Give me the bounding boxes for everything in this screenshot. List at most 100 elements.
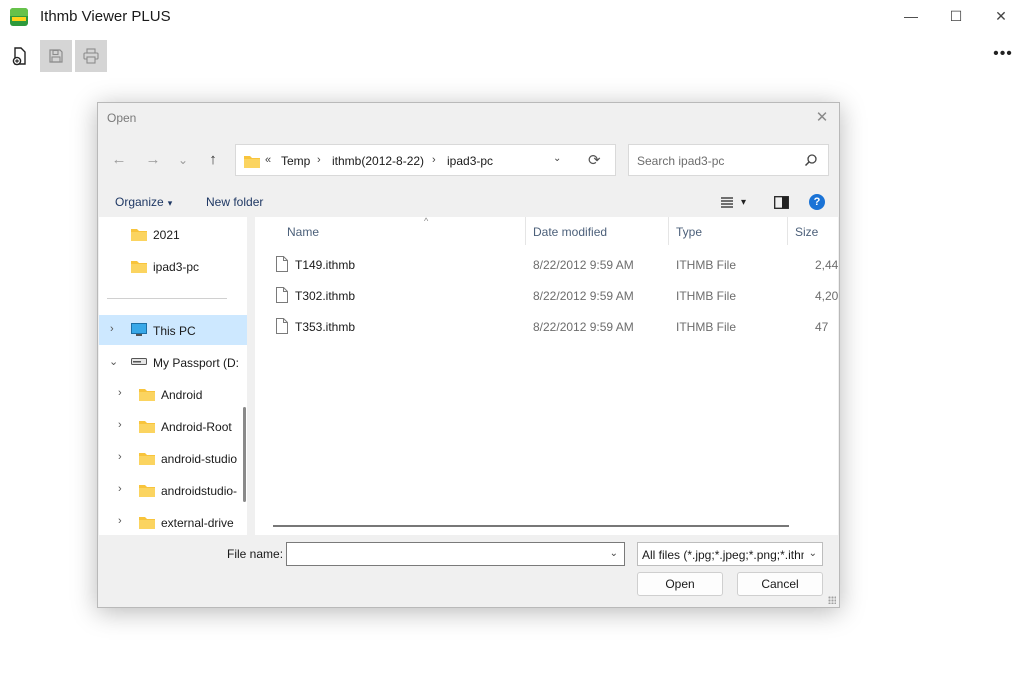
column-divider[interactable] bbox=[787, 217, 788, 245]
column-header-label: Type bbox=[676, 225, 703, 239]
resize-grip[interactable] bbox=[828, 596, 836, 604]
print-button[interactable] bbox=[75, 40, 107, 72]
breadcrumb-ithmb[interactable]: ithmb(2012-8-22) bbox=[332, 154, 424, 168]
search-icon[interactable] bbox=[804, 153, 818, 167]
tree-item-external-drive[interactable]: › external-drive bbox=[99, 507, 247, 535]
column-header-label: Name bbox=[287, 225, 320, 239]
column-divider[interactable] bbox=[668, 217, 669, 245]
file-size: 4,200 bbox=[815, 289, 838, 303]
drive-icon bbox=[131, 358, 147, 365]
search-input[interactable]: Search ipad3-pc bbox=[637, 154, 724, 168]
folder-icon bbox=[131, 229, 147, 241]
recent-locations-button[interactable]: ⌄ bbox=[173, 150, 193, 170]
tree-item-androidstudio[interactable]: › androidstudio- bbox=[99, 475, 247, 505]
dialog-close-button[interactable]: ✕ bbox=[813, 109, 831, 127]
column-header-type[interactable]: Type bbox=[670, 217, 786, 245]
column-header-label: Size bbox=[795, 225, 819, 239]
preview-pane-button[interactable] bbox=[774, 193, 789, 211]
expand-chevron-icon[interactable]: › bbox=[110, 323, 114, 335]
file-row[interactable]: T353.ithmb 8/22/2012 9:59 AM ITHMB File … bbox=[255, 311, 838, 341]
forward-button[interactable]: → bbox=[143, 150, 163, 170]
tree-item-label: My Passport (D: bbox=[153, 356, 240, 370]
save-button[interactable] bbox=[40, 40, 72, 72]
organize-button[interactable]: Organize ▾ bbox=[115, 195, 172, 209]
help-button[interactable]: ? bbox=[809, 194, 825, 210]
dialog-title-bar: Open ✕ bbox=[98, 103, 839, 133]
navigation-bar: ← → ⌄ ↑ « Temp › ithmb(2012-8-22) › ipad… bbox=[98, 141, 839, 177]
up-button[interactable]: ↑ bbox=[203, 150, 223, 170]
open-file-button[interactable] bbox=[4, 40, 36, 72]
folder-icon bbox=[244, 156, 260, 168]
address-overflow[interactable]: « bbox=[265, 154, 271, 166]
expand-chevron-icon[interactable]: › bbox=[118, 515, 122, 527]
tree-item-label: ipad3-pc bbox=[153, 260, 200, 274]
file-date: 8/22/2012 9:59 AM bbox=[533, 258, 634, 272]
tree-item-android[interactable]: › Android bbox=[99, 379, 247, 409]
horizontal-scrollbar[interactable] bbox=[273, 525, 789, 527]
app-title: Ithmb Viewer PLUS bbox=[40, 8, 171, 25]
print-icon bbox=[83, 48, 99, 64]
close-button[interactable]: ✕ bbox=[986, 4, 1016, 28]
open-file-dialog: Open ✕ ← → ⌄ ↑ « Temp › ithmb(2012-8-22)… bbox=[97, 102, 840, 608]
monitor-icon bbox=[131, 323, 147, 336]
breadcrumb-ipad3-pc[interactable]: ipad3-pc bbox=[447, 154, 493, 168]
search-field[interactable]: Search ipad3-pc bbox=[628, 144, 829, 176]
column-header-label: Date modified bbox=[533, 225, 608, 239]
tree-item-this-pc[interactable]: › This PC bbox=[99, 315, 247, 345]
navigation-pane: 2021 ipad3-pc › This PC ⌄ My Passport (D… bbox=[99, 217, 247, 535]
dialog-title: Open bbox=[107, 111, 137, 125]
tree-item-android-root[interactable]: › Android-Root bbox=[99, 411, 247, 441]
breadcrumb-temp[interactable]: Temp bbox=[281, 154, 310, 168]
expand-chevron-icon[interactable]: › bbox=[118, 419, 122, 431]
file-name: T302.ithmb bbox=[295, 289, 356, 303]
column-divider[interactable] bbox=[525, 217, 526, 245]
tree-item-android-studio[interactable]: › android-studio bbox=[99, 443, 247, 473]
back-button[interactable]: ← bbox=[109, 150, 129, 170]
maximize-button[interactable]: ☐ bbox=[941, 4, 971, 28]
address-history-dropdown[interactable]: ⌄ bbox=[553, 153, 561, 164]
file-name: T149.ithmb bbox=[295, 258, 356, 272]
column-header-date[interactable]: Date modified bbox=[527, 217, 667, 245]
tree-item-ipad3-pc[interactable]: ipad3-pc bbox=[99, 251, 247, 281]
minimize-button[interactable]: — bbox=[896, 4, 926, 28]
navigation-scrollbar[interactable] bbox=[243, 407, 246, 502]
file-size: 47 bbox=[815, 320, 829, 334]
refresh-icon[interactable]: ⟳ bbox=[588, 151, 601, 169]
tree-item-my-passport[interactable]: ⌄ My Passport (D: bbox=[99, 347, 247, 377]
view-caret: ▾ bbox=[741, 196, 747, 208]
column-header-size[interactable]: Size bbox=[789, 217, 838, 245]
file-row[interactable]: T149.ithmb 8/22/2012 9:59 AM ITHMB File … bbox=[255, 249, 838, 279]
sort-ascending-icon: ^ bbox=[424, 217, 429, 226]
breadcrumb-separator[interactable]: › bbox=[317, 154, 321, 166]
collapse-chevron-icon[interactable]: ⌄ bbox=[109, 355, 118, 368]
file-row[interactable]: T302.ithmb 8/22/2012 9:59 AM ITHMB File … bbox=[255, 280, 838, 310]
open-button[interactable]: Open bbox=[637, 572, 723, 596]
command-bar: Organize ▾ New folder ▾ ? bbox=[98, 187, 839, 217]
expand-chevron-icon[interactable]: › bbox=[118, 387, 122, 399]
file-list: Name ^ Date modified Type Size T149.ithm… bbox=[255, 217, 838, 535]
expand-chevron-icon[interactable]: › bbox=[118, 483, 122, 495]
file-name-field[interactable]: ⌄ bbox=[286, 542, 625, 566]
column-header-name[interactable]: Name ^ bbox=[281, 217, 525, 245]
tree-item-2021[interactable]: 2021 bbox=[99, 219, 247, 249]
change-view-button[interactable]: ▾ bbox=[720, 193, 746, 211]
new-folder-button[interactable]: New folder bbox=[206, 195, 263, 209]
cancel-button[interactable]: Cancel bbox=[737, 572, 823, 596]
file-name-dropdown[interactable]: ⌄ bbox=[610, 548, 618, 559]
file-icon bbox=[276, 318, 288, 334]
organize-label: Organize bbox=[115, 195, 164, 209]
address-bar[interactable]: « Temp › ithmb(2012-8-22) › ipad3-pc ⌄ ⟳ bbox=[235, 144, 616, 176]
file-icon bbox=[276, 287, 288, 303]
tree-separator bbox=[107, 298, 227, 299]
open-file-icon bbox=[12, 47, 26, 66]
file-type-filter[interactable]: All files (*.jpg;*.jpeg;*.png;*.ithmb) ⌄ bbox=[637, 542, 823, 566]
breadcrumb-separator[interactable]: › bbox=[432, 154, 436, 166]
tree-item-label: 2021 bbox=[153, 228, 180, 242]
expand-chevron-icon[interactable]: › bbox=[118, 451, 122, 463]
file-name: T353.ithmb bbox=[295, 320, 356, 334]
tree-item-label: Android-Root bbox=[161, 420, 232, 434]
tree-item-label: external-drive bbox=[161, 516, 234, 530]
file-type-filter-value: All files (*.jpg;*.jpeg;*.png;*.ithmb) bbox=[642, 548, 804, 562]
more-options-button[interactable]: ••• bbox=[992, 46, 1014, 66]
file-date: 8/22/2012 9:59 AM bbox=[533, 320, 634, 334]
